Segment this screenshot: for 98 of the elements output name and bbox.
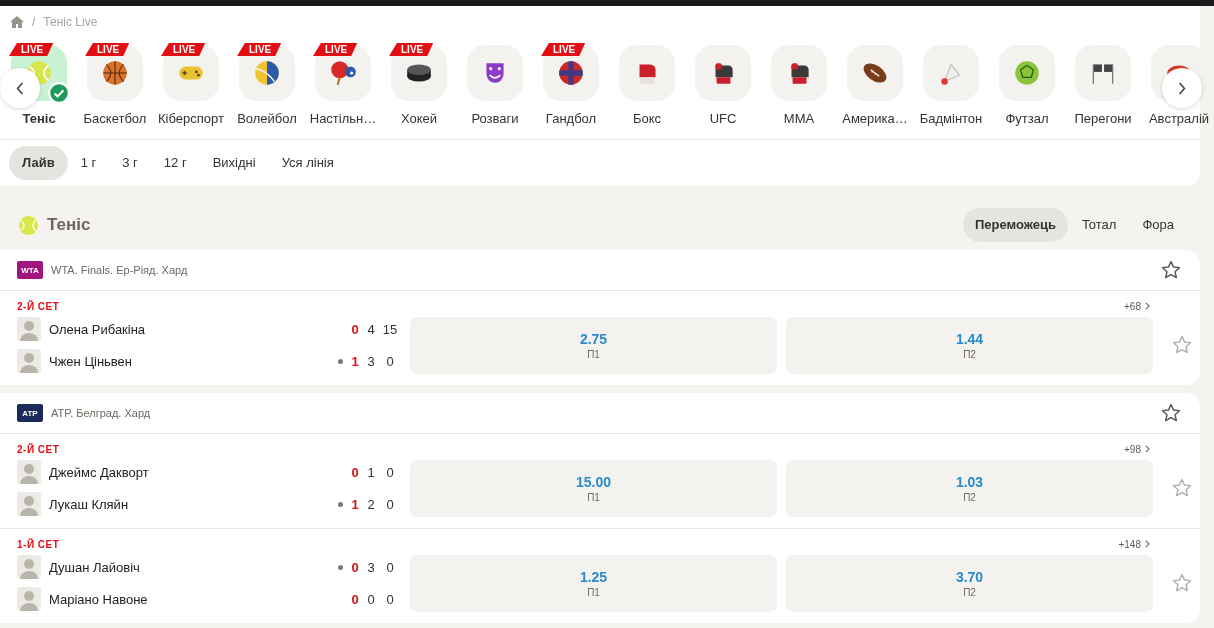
sport-icon [252, 58, 282, 88]
points-score: 0 [385, 591, 395, 607]
favorite-star-icon[interactable] [1171, 572, 1193, 594]
breadcrumb-separator: / [32, 15, 36, 29]
live-badge: LIVE [161, 43, 206, 56]
sport-item[interactable]: Бадмінтон [913, 45, 989, 139]
sets-score: 0 [350, 591, 360, 607]
sport-icon [556, 58, 586, 88]
sport-item[interactable]: LIVE Хокей [381, 45, 457, 139]
time-filter-chip[interactable]: Вихідні [199, 146, 269, 180]
sport-item[interactable]: LIVE Кіберспорт [153, 45, 229, 139]
sets-score: 0 [350, 464, 360, 480]
odds-button[interactable]: 2.75 П1 [410, 316, 777, 374]
more-markets-link[interactable]: +98 [1124, 443, 1141, 455]
odds-button[interactable]: 15.00 П1 [410, 459, 777, 517]
market-tab[interactable]: Переможець [962, 208, 1068, 242]
sets-score: 0 [350, 321, 360, 337]
player-name: Маріано Навоне [49, 591, 149, 607]
market-tab[interactable]: Тотал [1069, 208, 1129, 242]
odds-button[interactable]: 3.70 П2 [786, 554, 1153, 612]
live-badge: LIVE [389, 43, 434, 56]
odds-button[interactable]: 1.44 П2 [786, 316, 1153, 374]
sport-item[interactable]: Америка… [837, 45, 913, 139]
previous-button[interactable] [0, 68, 40, 108]
sport-item[interactable]: UFC [685, 45, 761, 139]
player-avatar [17, 555, 41, 579]
player-name: Чжен Ціньвен [49, 353, 133, 369]
league-logo: WTA [17, 261, 43, 279]
player-avatar [17, 317, 41, 341]
games-score: 0 [366, 591, 376, 607]
time-filter-chip[interactable]: 12 г [150, 146, 200, 180]
next-button[interactable] [1162, 68, 1202, 108]
live-badge: LIVE [541, 43, 586, 56]
games-score: 3 [366, 353, 376, 369]
chevron-left-icon [16, 81, 24, 95]
sport-item[interactable]: Бокс [609, 45, 685, 139]
live-badge: LIVE [85, 43, 130, 56]
player-avatar [17, 587, 41, 611]
sets-score: 1 [350, 496, 360, 512]
chevron-right-icon [1145, 540, 1150, 548]
sport-item[interactable]: MMA [761, 45, 837, 139]
sets-score: 1 [350, 353, 360, 369]
match-period: 2-Й СЕТ [17, 443, 61, 455]
sport-icon [100, 58, 130, 88]
sport-item[interactable]: Розваги [457, 45, 533, 139]
sport-item[interactable]: LIVE Баскетбол [77, 45, 153, 139]
games-score: 1 [366, 464, 376, 480]
sport-item[interactable]: LIVE Гандбол [533, 45, 609, 139]
games-score: 4 [366, 321, 376, 337]
points-score: 0 [385, 559, 395, 575]
live-badge: LIVE [237, 43, 282, 56]
player-name: Олена Рибакіна [49, 321, 147, 337]
time-filter-chip[interactable]: 3 г [109, 146, 151, 180]
more-markets-link[interactable]: +148 [1118, 538, 1141, 550]
games-score: 3 [366, 559, 376, 575]
chevron-right-icon [1178, 81, 1186, 95]
favorite-star-icon[interactable] [1171, 334, 1193, 356]
time-filter-chip[interactable]: Уся лінія [268, 146, 347, 180]
sport-item[interactable]: LIVE Волейбол [229, 45, 305, 139]
points-score: 0 [385, 496, 395, 512]
sport-item[interactable]: LIVE Настільн… [305, 45, 381, 139]
favorite-star-icon[interactable] [1171, 477, 1193, 499]
chevron-right-icon [1145, 302, 1150, 310]
odds-button[interactable]: 1.25 П1 [410, 554, 777, 612]
live-badge: LIVE [313, 43, 358, 56]
sport-item[interactable]: Перегони [1065, 45, 1141, 139]
player-avatar [17, 460, 41, 484]
points-score: 0 [385, 353, 395, 369]
sets-score: 0 [350, 559, 360, 575]
match-period: 1-Й СЕТ [17, 538, 61, 550]
games-score: 2 [366, 496, 376, 512]
points-score: 15 [381, 321, 399, 337]
league-name[interactable]: ATP. Белград. Хард [51, 407, 1160, 419]
odds-button[interactable]: 1.03 П2 [786, 459, 1153, 517]
player-name: Джеймс Дакворт [49, 464, 150, 480]
sport-icon [1012, 58, 1042, 88]
check-icon [48, 82, 70, 104]
section-title: Теніс [47, 215, 91, 235]
tennis-ball-icon [18, 214, 39, 236]
player-name: Душан Лайовіч [49, 559, 141, 575]
player-avatar [17, 349, 41, 373]
sport-icon [328, 58, 358, 88]
points-score: 0 [385, 464, 395, 480]
time-filter-chip[interactable]: 1 г [67, 146, 110, 180]
chevron-right-icon [1145, 445, 1150, 453]
live-badge: LIVE [9, 43, 54, 56]
league-name[interactable]: WTA. Finals. Ер-Ріяд. Хард [51, 264, 1160, 276]
sport-item[interactable]: Футзал [989, 45, 1065, 139]
player-name: Лукаш Кляйн [49, 496, 130, 512]
match-period: 2-Й СЕТ [17, 300, 61, 312]
league-logo: ATP [17, 404, 43, 422]
player-avatar [17, 492, 41, 516]
home-icon[interactable] [10, 16, 24, 28]
more-markets-link[interactable]: +68 [1124, 300, 1141, 312]
favorite-star-icon[interactable] [1160, 402, 1182, 424]
favorite-star-icon[interactable] [1160, 259, 1182, 281]
market-tab[interactable]: Фора [1130, 208, 1186, 242]
time-filter-chip[interactable]: Лайв [9, 146, 68, 180]
